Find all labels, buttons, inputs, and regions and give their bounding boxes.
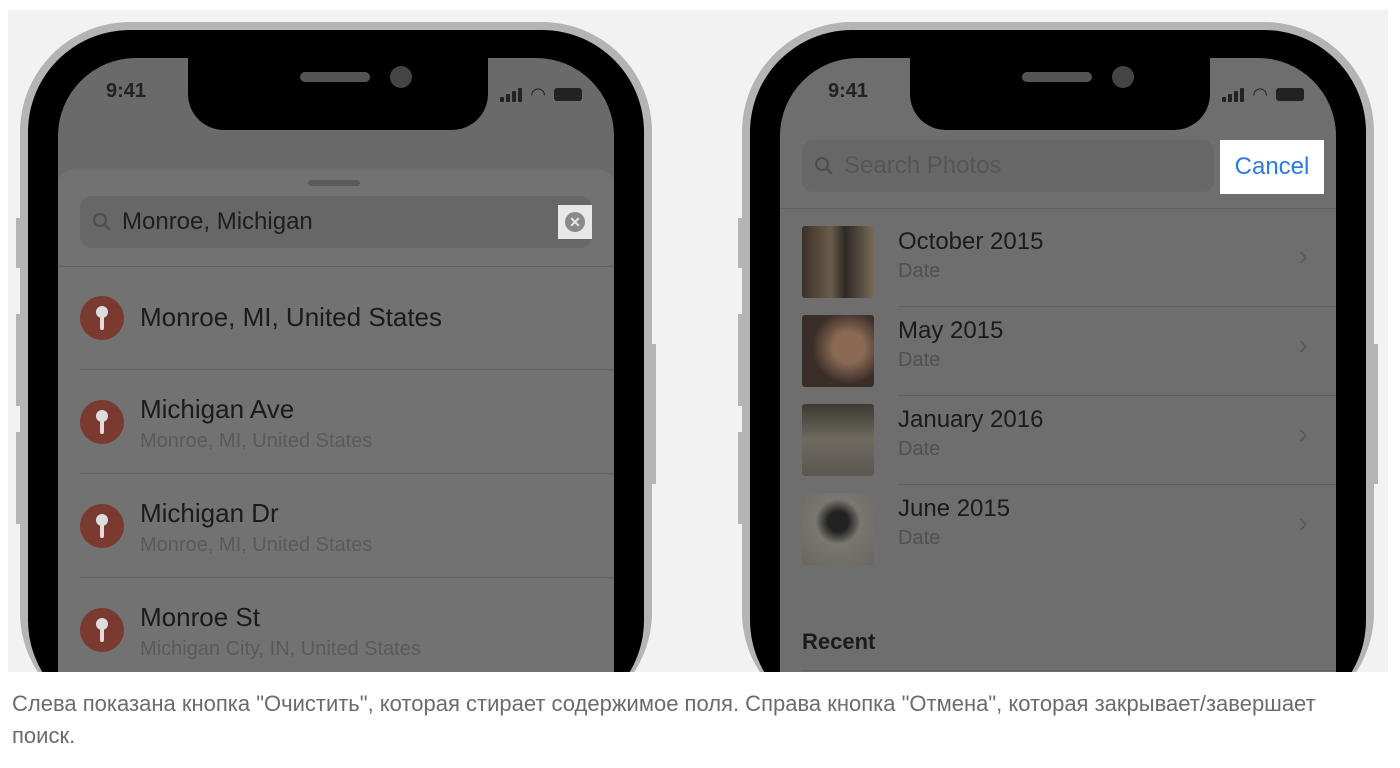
notch <box>910 58 1210 130</box>
photo-thumbnail <box>802 404 874 476</box>
result-title: May 2015 <box>898 317 1004 344</box>
pin-icon <box>80 608 124 652</box>
result-title: Monroe St <box>140 602 260 632</box>
list-item[interactable]: May 2015 Date › <box>802 307 1336 396</box>
status-icons: ◠ <box>500 84 582 105</box>
result-subtitle: Date <box>898 260 941 282</box>
result-subtitle: Date <box>898 349 941 371</box>
result-subtitle: Monroe, MI, United States <box>140 534 373 556</box>
signal-icon <box>500 87 523 102</box>
list-item[interactable]: October 2015 Date › <box>802 218 1336 307</box>
caption: Слева показана кнопка "Очистить", котора… <box>12 691 1316 748</box>
list-item[interactable]: June 2015 Date › <box>802 485 1314 574</box>
result-subtitle: Date <box>898 438 941 460</box>
search-field[interactable]: Search Photos <box>802 140 1214 192</box>
result-title: Monroe, MI, United States <box>140 302 443 332</box>
signal-icon <box>1222 87 1245 102</box>
photo-thumbnail <box>802 226 874 298</box>
list-item[interactable]: Michigan Dr Monroe, MI, United States <box>80 474 614 578</box>
status-time: 9:41 <box>828 80 869 102</box>
search-field[interactable]: Monroe, Michigan ✕ <box>80 196 592 248</box>
screen: 9:41 ◠ Search Photos Cancel October 2015… <box>780 58 1336 672</box>
chevron-right-icon: › <box>1298 240 1308 271</box>
list-item[interactable]: Monroe St Michigan City, IN, United Stat… <box>80 578 614 672</box>
result-title: Michigan Ave <box>140 394 295 424</box>
figure: 9:41 ◠ Monroe, Michigan ✕ Monroe, MI, Un… <box>8 10 1388 672</box>
result-title: October 2015 <box>898 228 1044 255</box>
wifi-icon: ◠ <box>530 84 546 104</box>
search-input-value[interactable]: Monroe, Michigan <box>122 208 313 236</box>
wifi-icon: ◠ <box>1252 84 1268 104</box>
clear-circle-x-icon: ✕ <box>565 212 585 232</box>
photo-thumbnail <box>802 315 874 387</box>
clear-button[interactable]: ✕ <box>558 205 592 239</box>
battery-icon <box>554 88 582 101</box>
side-button <box>16 432 22 524</box>
result-subtitle: Date <box>898 527 941 549</box>
notch <box>188 58 488 130</box>
result-title: June 2015 <box>898 495 1011 522</box>
list-item[interactable]: Monroe, MI, United States <box>80 266 614 370</box>
sheet-grabber[interactable] <box>308 180 360 186</box>
phone-maps: 9:41 ◠ Monroe, Michigan ✕ Monroe, MI, Un… <box>16 22 656 672</box>
result-title: January 2016 <box>898 406 1044 433</box>
side-button <box>738 432 744 524</box>
side-button <box>738 314 744 406</box>
search-icon <box>93 213 111 231</box>
result-subtitle: Michigan City, IN, United States <box>140 638 421 660</box>
screen: 9:41 ◠ Monroe, Michigan ✕ Monroe, MI, Un… <box>58 58 614 672</box>
list-item[interactable]: Michigan Ave Monroe, MI, United States <box>80 370 614 474</box>
pin-icon <box>80 504 124 548</box>
status-icons: ◠ <box>1222 84 1304 105</box>
section-header-recent: Recent <box>802 629 876 654</box>
side-button <box>1372 344 1378 484</box>
result-title: Michigan Dr <box>140 498 279 528</box>
side-button <box>16 314 22 406</box>
side-button <box>16 218 22 268</box>
chevron-right-icon: › <box>1298 329 1308 360</box>
list-item[interactable]: January 2016 Date › <box>802 396 1336 485</box>
pin-icon <box>80 296 124 340</box>
cancel-button[interactable]: Cancel <box>1220 140 1324 194</box>
side-button <box>738 218 744 268</box>
pin-icon <box>80 400 124 444</box>
chevron-right-icon: › <box>1298 507 1308 538</box>
phone-photos: 9:41 ◠ Search Photos Cancel October 2015… <box>738 22 1378 672</box>
photo-thumbnail <box>802 493 874 565</box>
search-icon <box>815 157 833 175</box>
side-button <box>650 344 656 484</box>
chevron-right-icon: › <box>1298 418 1308 449</box>
battery-icon <box>1276 88 1304 101</box>
search-placeholder[interactable]: Search Photos <box>844 152 1001 180</box>
search-sheet: Monroe, Michigan ✕ Monroe, MI, United St… <box>58 170 614 672</box>
status-time: 9:41 <box>106 80 147 102</box>
result-subtitle: Monroe, MI, United States <box>140 430 373 452</box>
